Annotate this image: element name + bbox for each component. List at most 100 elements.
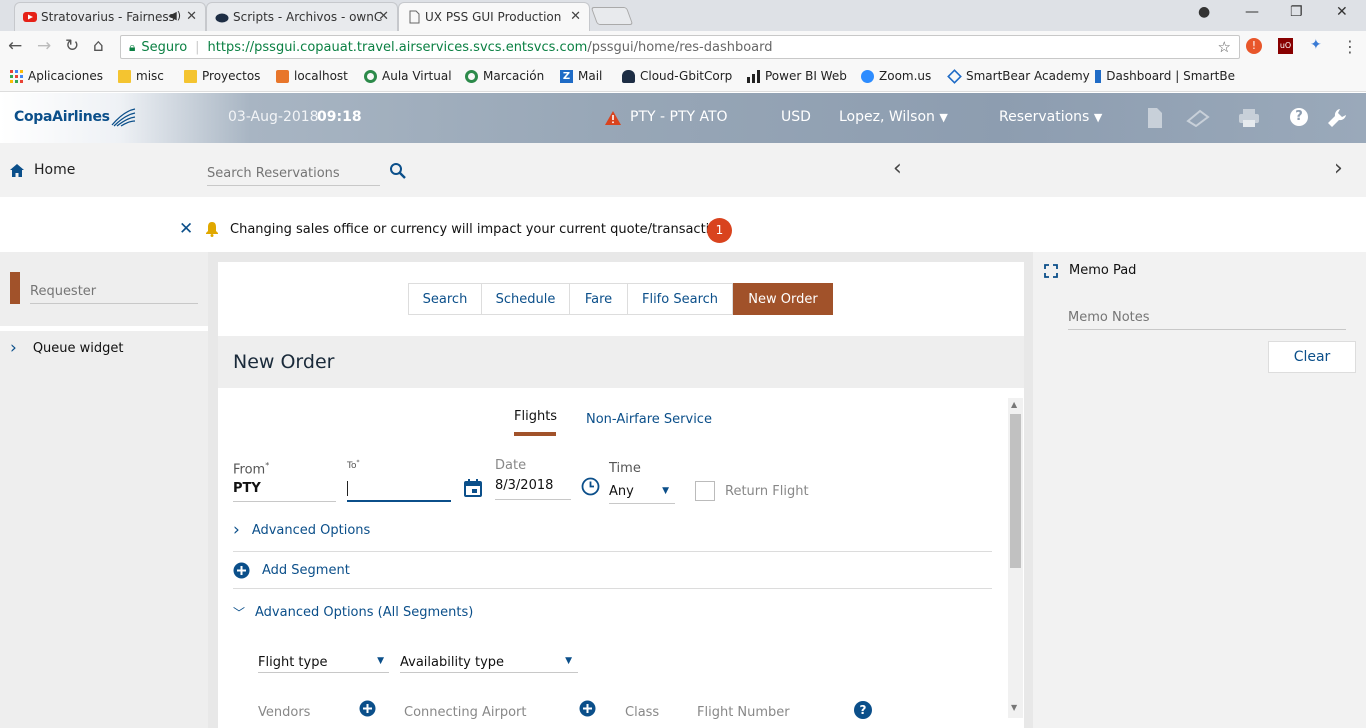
alert-count-badge[interactable]: 1: [707, 218, 732, 243]
browser-tab-active[interactable]: UX PSS GUI Production ✕: [398, 2, 590, 31]
expand-icon[interactable]: [1044, 264, 1058, 278]
bookmark-zoom[interactable]: Zoom.us: [861, 69, 931, 83]
bookmark-misc[interactable]: misc: [118, 69, 164, 83]
bookmark-star-icon[interactable]: ☆: [1218, 38, 1231, 56]
currency[interactable]: USD: [781, 109, 811, 125]
profile-icon[interactable]: ●: [1198, 4, 1210, 20]
calendar-icon[interactable]: [463, 478, 483, 498]
browser-tab-owncloud[interactable]: Scripts - Archivos - ownC ✕: [206, 2, 398, 31]
print-icon[interactable]: [1238, 108, 1260, 128]
tab-new-order[interactable]: New Order: [733, 283, 833, 315]
close-window-icon[interactable]: ✕: [1336, 4, 1348, 20]
vendors-label[interactable]: Vendors: [258, 705, 310, 720]
bookmark-label: SmartBear Academy: [966, 69, 1090, 83]
close-tab-icon[interactable]: ✕: [378, 9, 389, 24]
ublock-icon[interactable]: uO: [1278, 38, 1293, 54]
queue-widget-label: Queue widget: [32, 340, 124, 356]
add-vendor-icon[interactable]: [359, 700, 376, 717]
add-connecting-airport-icon[interactable]: [579, 700, 596, 717]
tab-title: Scripts - Archivos - ownC: [233, 10, 383, 24]
memo-panel: Memo Pad Clear: [1033, 252, 1366, 728]
document-icon[interactable]: [1146, 107, 1164, 129]
search-reservations-input[interactable]: [207, 162, 380, 186]
bookmark-label: Dashboard | SmartBe: [1106, 69, 1235, 83]
apps-grid-icon: [10, 69, 23, 83]
tab-schedule[interactable]: Schedule: [481, 283, 570, 315]
browser-tab-youtube[interactable]: Stratovarius - Fairness ◀) ✕: [14, 2, 206, 31]
help-icon[interactable]: ?: [854, 701, 872, 719]
search-icon[interactable]: [389, 162, 407, 180]
tab-fare[interactable]: Fare: [569, 283, 628, 315]
to-input[interactable]: [347, 478, 451, 502]
tab-search[interactable]: Search: [408, 283, 482, 315]
bookmark-cloud-gbitcorp[interactable]: Cloud-GbitCorp: [622, 69, 732, 83]
from-input[interactable]: PTY: [233, 478, 336, 502]
extension-icon[interactable]: ✦: [1310, 37, 1322, 53]
add-segment-button[interactable]: Add Segment: [233, 562, 350, 579]
wrench-icon[interactable]: [1326, 107, 1348, 129]
scroll-up-icon[interactable]: ▲: [1011, 400, 1017, 409]
bookmark-localhost[interactable]: localhost: [276, 69, 348, 83]
close-tab-icon[interactable]: ✕: [570, 9, 581, 24]
advanced-all-label: Advanced Options (All Segments): [255, 605, 474, 620]
back-icon[interactable]: ←: [8, 36, 22, 56]
bookmark-aplicaciones[interactable]: Aplicaciones: [10, 69, 103, 83]
bookmark-aula-virtual[interactable]: Aula Virtual: [364, 69, 452, 83]
speaker-icon[interactable]: ◀): [168, 9, 181, 22]
ticket-icon[interactable]: [1186, 109, 1210, 127]
chevron-left-icon[interactable]: ‹: [893, 156, 902, 181]
chevron-right-icon[interactable]: ›: [1334, 156, 1343, 181]
scrollbar-track[interactable]: ▲ ▼: [1008, 398, 1023, 718]
browser-menu-icon[interactable]: ⋮: [1342, 37, 1358, 56]
class-label[interactable]: Class: [625, 705, 659, 720]
bookmark-power-bi[interactable]: Power BI Web: [747, 69, 847, 83]
url-input[interactable]: 🔒︎ Seguro | https://pssgui.copauat.trave…: [120, 35, 1240, 59]
help-icon[interactable]: ?: [1290, 108, 1308, 126]
requester-input[interactable]: [30, 280, 198, 304]
sales-office[interactable]: PTY - PTY ATO: [630, 109, 728, 125]
tab-title: Stratovarius - Fairness: [41, 10, 175, 24]
availability-type-select[interactable]: Availability type ▼: [400, 655, 578, 673]
clear-button[interactable]: Clear: [1268, 341, 1356, 373]
home-browser-icon[interactable]: ⌂: [93, 36, 104, 56]
scroll-down-icon[interactable]: ▼: [1011, 703, 1017, 712]
connecting-airport-label[interactable]: Connecting Airport: [404, 705, 526, 720]
subtab-flights[interactable]: Flights: [514, 409, 557, 424]
forward-icon[interactable]: →: [37, 36, 51, 56]
dismiss-alert-icon[interactable]: ✕: [179, 219, 193, 239]
home-link[interactable]: Home: [10, 162, 75, 178]
queue-widget-toggle[interactable]: › Queue widget: [10, 338, 124, 358]
scrollbar-thumb[interactable]: [1010, 414, 1021, 568]
bookmark-smartbear[interactable]: SmartBear Academy: [947, 68, 1090, 84]
url-host: https://pssgui.copauat.travel.airservice…: [207, 39, 588, 55]
user-menu[interactable]: Lopez, Wilson ▼: [839, 109, 948, 125]
copa-logo[interactable]: CopaAirlines: [14, 107, 136, 127]
advanced-options-label: Advanced Options: [251, 522, 371, 538]
bookmark-marcacion[interactable]: Marcación: [465, 69, 544, 83]
copa-globe-icon: [111, 108, 135, 127]
memo-notes-input[interactable]: [1068, 306, 1346, 330]
bookmark-mail[interactable]: Z Mail: [560, 69, 602, 83]
minimize-icon[interactable]: —: [1245, 4, 1259, 20]
date-input[interactable]: 8/3/2018: [495, 478, 571, 500]
time-select[interactable]: Any ▼: [609, 484, 675, 504]
extension-alert-icon[interactable]: !: [1246, 38, 1262, 54]
new-tab-button[interactable]: [590, 7, 634, 25]
flight-number-label[interactable]: Flight Number: [697, 705, 790, 720]
tab-flifo-search[interactable]: Flifo Search: [627, 283, 733, 315]
restore-icon[interactable]: ❐: [1290, 4, 1303, 20]
bookmark-proyectos[interactable]: Proyectos: [184, 69, 260, 83]
url-path: /pssgui/home/res-dashboard: [587, 39, 773, 55]
bookmark-label: misc: [136, 69, 164, 83]
advanced-options-toggle[interactable]: › Advanced Options: [233, 520, 370, 540]
clock-icon[interactable]: [581, 477, 600, 496]
close-tab-icon[interactable]: ✕: [186, 9, 197, 24]
advanced-all-toggle[interactable]: ﹀ Advanced Options (All Segments): [233, 604, 473, 621]
lock-icon: 🔒︎: [129, 39, 136, 54]
reload-icon[interactable]: ↻: [65, 36, 79, 56]
subtab-non-airfare[interactable]: Non-Airfare Service: [586, 412, 712, 427]
reservations-menu[interactable]: Reservations ▼: [999, 109, 1102, 125]
return-flight-checkbox[interactable]: [695, 481, 715, 501]
flight-type-select[interactable]: Flight type ▼: [258, 655, 389, 673]
bookmark-dashboard[interactable]: Dashboard | SmartBe: [1095, 69, 1235, 83]
